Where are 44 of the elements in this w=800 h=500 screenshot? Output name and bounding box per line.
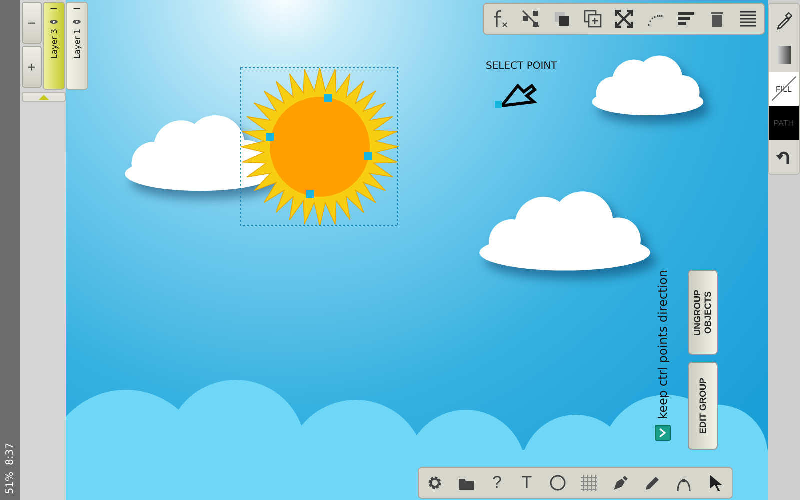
layer-name: Layer 3 [50, 29, 58, 59]
list-icon [739, 11, 758, 27]
battery-level: 51% [4, 472, 16, 494]
eyedropper-icon [776, 12, 792, 30]
selection-handle[interactable] [306, 190, 314, 198]
checkbox-label: keep ctrl points direction [656, 270, 670, 420]
checkbox[interactable] [655, 425, 671, 442]
layer-collapse-label[interactable]: − [72, 5, 82, 15]
bring-front-icon [554, 11, 570, 27]
expand-icon [614, 10, 633, 28]
function-icon [492, 10, 508, 28]
eye-icon[interactable] [50, 19, 58, 25]
tool-button[interactable]: T [516, 471, 538, 495]
pointer-icon [710, 475, 722, 491]
undo-icon [776, 149, 792, 165]
gradient-icon [777, 46, 791, 64]
tool-button[interactable]: ? [486, 471, 508, 495]
layer-tab[interactable]: − Layer 3 [43, 2, 65, 90]
align-left-icon [677, 11, 696, 27]
triangle-up-icon [39, 94, 49, 100]
clock: 8:37 [4, 443, 16, 466]
add-layer-button[interactable]: + [22, 46, 42, 88]
layer-collapse-label[interactable]: − [50, 5, 58, 15]
pencil-icon [644, 475, 661, 491]
unlink-nodes-icon [522, 10, 540, 28]
selection-handle[interactable] [266, 133, 274, 141]
group-button[interactable]: EDIT GROUP [688, 362, 718, 450]
select-point-icon [495, 84, 538, 108]
chevron-icon [659, 428, 667, 438]
grid-icon [581, 475, 598, 491]
selection-handle[interactable] [364, 152, 372, 160]
layer-tab[interactable]: − Layer 1 [66, 2, 88, 90]
pen-nib-icon [612, 475, 629, 491]
circle-icon [550, 475, 566, 491]
mode-hint: SELECT POINT [486, 61, 558, 72]
folder-icon [458, 476, 475, 490]
group-button[interactable]: UNGROUP OBJECTS [688, 270, 718, 355]
settings-icon [426, 475, 443, 491]
remove-layer-button[interactable]: − [22, 2, 42, 44]
trash-icon [710, 11, 724, 27]
duplicate-icon [584, 10, 602, 28]
selection-handle[interactable] [324, 94, 332, 102]
layer-name: Layer 1 [72, 29, 82, 59]
eye-icon[interactable] [73, 19, 81, 25]
